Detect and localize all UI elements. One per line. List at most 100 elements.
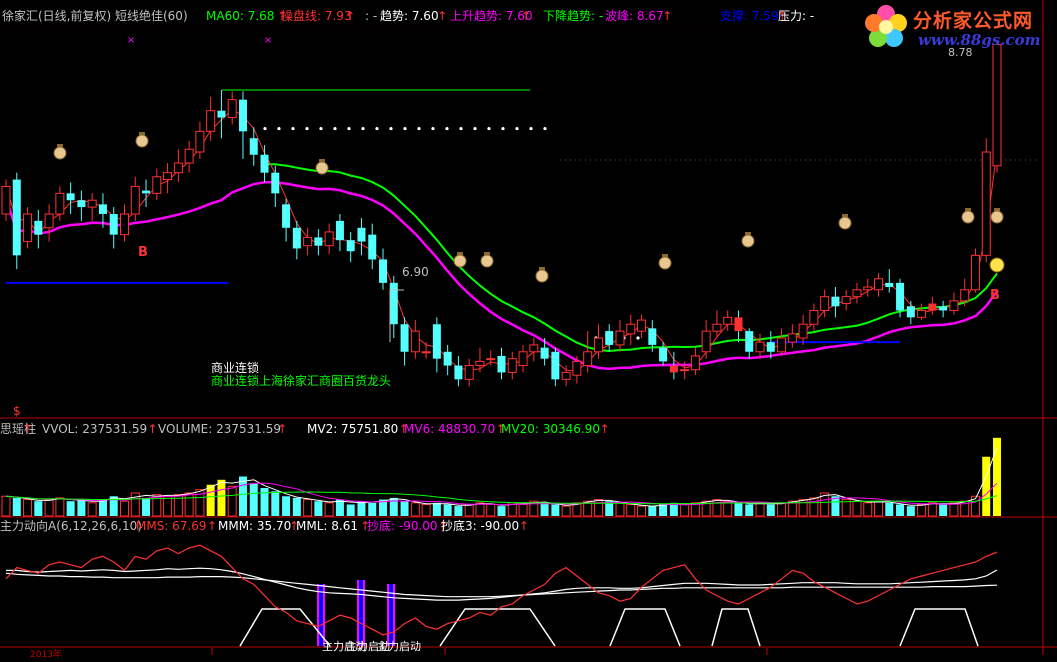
candle-body bbox=[368, 234, 377, 260]
start-signal-label: 主力启动 bbox=[377, 640, 421, 653]
volume-bar bbox=[593, 499, 603, 517]
legend-item: 操盘线: 7.93 bbox=[281, 9, 352, 23]
volume-bar bbox=[464, 503, 474, 517]
legend-item: MML: 8.61 bbox=[296, 519, 358, 533]
candle-body bbox=[831, 296, 840, 307]
candle-body bbox=[173, 162, 183, 174]
volume-bar bbox=[432, 502, 441, 516]
volume-bar bbox=[66, 501, 75, 516]
candle-body bbox=[690, 355, 700, 371]
money-bag-icon bbox=[135, 134, 149, 148]
volume-bar bbox=[852, 500, 862, 517]
volume-bar bbox=[497, 506, 506, 516]
candle-body bbox=[745, 331, 754, 352]
up-arrow-icon: ↑ bbox=[518, 519, 529, 533]
dot-marker bbox=[501, 126, 505, 131]
volume-bar bbox=[142, 497, 151, 516]
candle-body bbox=[238, 99, 247, 132]
cross-mark: × bbox=[127, 35, 136, 46]
candle-body bbox=[970, 254, 980, 291]
candle-body bbox=[659, 347, 668, 362]
dot-marker bbox=[375, 126, 379, 131]
volume-bar bbox=[982, 456, 991, 516]
candle-body bbox=[486, 358, 496, 361]
dollar-icon: $ bbox=[13, 404, 21, 418]
money-bag-icon bbox=[480, 254, 494, 268]
volume-bar bbox=[648, 506, 657, 516]
candle-body bbox=[206, 110, 216, 132]
legend-item: MV20: 30346.90 bbox=[501, 422, 600, 436]
volume-bar bbox=[227, 485, 237, 517]
candle-body bbox=[184, 148, 194, 164]
candle-body bbox=[583, 351, 593, 367]
volume-bar bbox=[734, 502, 743, 516]
volume-bar bbox=[238, 476, 247, 516]
candle-body bbox=[432, 324, 441, 359]
legend-item: 压力: - bbox=[778, 9, 815, 23]
money-bag-icon bbox=[994, 208, 1000, 211]
bottom-signal bbox=[439, 608, 556, 647]
candle-body bbox=[217, 110, 226, 118]
candle-body bbox=[163, 172, 173, 181]
stock-chart[interactable] bbox=[0, 0, 1057, 655]
flower-logo-icon bbox=[865, 5, 907, 47]
volume-bar bbox=[939, 504, 948, 516]
volume-bar bbox=[551, 504, 560, 516]
money-bag-icon bbox=[453, 254, 467, 268]
volume-bar bbox=[863, 502, 873, 517]
candle-body bbox=[572, 360, 582, 376]
dot-marker bbox=[459, 126, 463, 131]
candle-body bbox=[346, 240, 355, 252]
volume-bar bbox=[271, 491, 280, 516]
dot-marker bbox=[445, 126, 449, 131]
dot-marker bbox=[277, 126, 281, 131]
money-bag-icon bbox=[57, 144, 63, 147]
mml-line bbox=[5, 572, 998, 598]
candle-body bbox=[410, 330, 420, 353]
candle-body bbox=[874, 278, 884, 291]
volume-bar bbox=[260, 488, 269, 516]
volume-bar bbox=[659, 504, 668, 516]
bottom-signal bbox=[609, 608, 681, 647]
money-bag-icon bbox=[535, 269, 549, 283]
candle-body bbox=[896, 282, 905, 311]
candle-body bbox=[77, 200, 86, 208]
volume-bar bbox=[896, 504, 905, 516]
up-arrow-icon: ↑ bbox=[662, 9, 673, 23]
candle-body bbox=[841, 296, 851, 305]
bottom-signal bbox=[239, 608, 331, 647]
volume-bar bbox=[949, 502, 959, 517]
legend-item: VVOL: 237531.59 bbox=[42, 422, 148, 436]
money-bag-icon bbox=[990, 210, 1004, 224]
volume-bar bbox=[12, 497, 21, 516]
candle-body bbox=[928, 303, 937, 311]
candle-body bbox=[227, 99, 237, 119]
candle-body bbox=[152, 176, 162, 194]
dot-marker bbox=[543, 126, 547, 131]
volume-bar bbox=[217, 479, 226, 516]
candle-body bbox=[475, 360, 485, 367]
trend-line bbox=[4, 180, 999, 371]
candle-body bbox=[939, 306, 948, 311]
candle-body bbox=[44, 213, 54, 229]
candle-body bbox=[852, 289, 862, 298]
candle-body bbox=[809, 309, 819, 325]
volume-bar bbox=[44, 499, 54, 517]
candle-body bbox=[324, 231, 334, 247]
candle-body bbox=[637, 319, 647, 332]
volume-bar bbox=[335, 499, 344, 516]
volume-bar bbox=[1, 495, 11, 517]
candle-body bbox=[443, 351, 452, 366]
dot-marker bbox=[333, 126, 337, 131]
up-arrow-icon: ↑ bbox=[147, 422, 158, 436]
volume-bar bbox=[357, 501, 366, 516]
candle-body bbox=[949, 300, 959, 311]
candle-body bbox=[335, 220, 344, 241]
volume-bar bbox=[410, 502, 420, 517]
candle-body bbox=[615, 330, 625, 346]
legend-item: 抄底: -90.00 bbox=[367, 519, 438, 533]
legend-item: 趋势: 7.60 bbox=[380, 9, 439, 23]
dot-marker bbox=[263, 126, 267, 131]
volume-bar bbox=[777, 502, 787, 517]
money-bag-icon bbox=[965, 208, 971, 211]
